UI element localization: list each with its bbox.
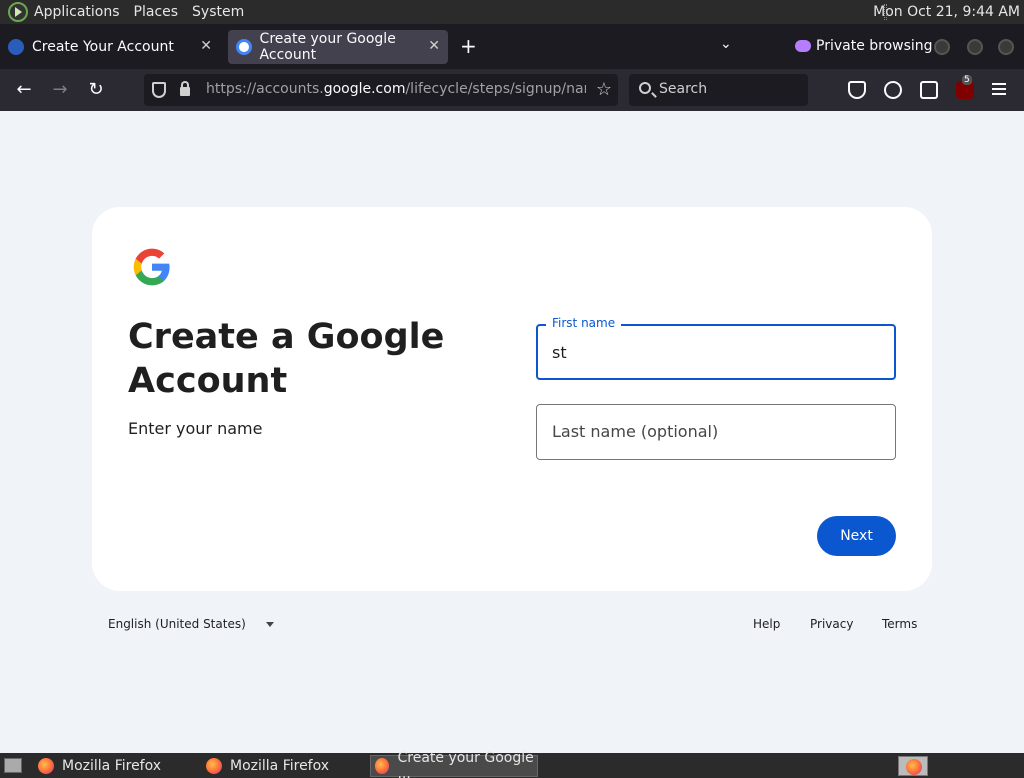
chevron-down-icon[interactable] [266,622,274,627]
close-tab-icon[interactable]: ✕ [428,38,440,54]
last-name-placeholder[interactable]: Last name (optional) [552,422,718,441]
menu-applications[interactable]: Applications [34,4,120,20]
reload-icon[interactable]: ↻ [84,78,108,102]
pocket-icon[interactable] [848,81,866,99]
taskbar-item-google-account[interactable]: Create your Google ... [370,750,538,778]
firefox-icon [38,758,54,774]
bookmark-star-icon[interactable]: ☆ [596,79,612,100]
show-desktop-icon[interactable] [4,758,22,773]
search-placeholder: Search [659,81,708,97]
tab-label: Create Your Account [32,39,174,55]
menu-places[interactable]: Places [134,4,179,20]
page-subtitle: Enter your name [128,419,263,438]
tab-label: Create your Google Account [259,31,396,63]
menu-system[interactable]: System [192,4,244,20]
back-arrow-icon[interactable]: ← [12,78,36,102]
close-tab-icon[interactable]: ✕ [200,38,212,54]
forward-arrow-icon[interactable]: → [48,78,72,102]
first-name-field[interactable]: First name st [536,316,896,380]
firefox-icon [375,758,390,774]
steam-icon [8,39,24,55]
ublock-badge: 5 [962,75,972,85]
language-selector[interactable]: English (United States) [108,617,246,631]
search-icon [639,82,651,94]
maximize-window-icon[interactable] [967,39,983,55]
signup-card: Create a Google Account Enter your name … [92,207,932,591]
tab-strip: Create Your Account ✕ Create your Google… [0,24,1024,69]
taskbar-item-label: Mozilla Firefox [230,758,330,774]
minimize-window-icon[interactable] [934,39,950,55]
first-name-value[interactable]: st [552,343,567,362]
google-icon [236,39,252,55]
taskbar: Mozilla Firefox Mozilla Firefox Create y… [0,750,1024,778]
hamburger-menu-icon[interactable] [992,83,1006,95]
firefox-icon [206,758,222,774]
list-all-tabs-icon[interactable]: ⌄ [720,36,732,52]
private-browsing-label: Private browsing [816,38,933,54]
url-bar[interactable]: https://accounts.google.com/lifecycle/st… [144,74,618,106]
search-bar[interactable]: Search [629,74,808,106]
terms-link[interactable]: Terms [882,617,917,631]
taskbar-item-firefox-2[interactable]: Mozilla Firefox [202,755,362,777]
tracking-protection-shield-icon[interactable] [152,82,166,98]
close-window-icon[interactable] [998,39,1014,55]
navigation-toolbar: ← → ↻ https://accounts.google.com/lifecy… [0,69,1024,111]
first-name-label: First name [546,316,622,330]
lock-icon[interactable] [180,81,190,96]
taskbar-item-firefox-1[interactable]: Mozilla Firefox [34,755,194,777]
tab-create-your-account[interactable]: Create Your Account ✕ [0,30,220,64]
page-content: Create a Google Account Enter your name … [0,111,1024,753]
privacy-link[interactable]: Privacy [810,617,853,631]
next-button[interactable]: Next [817,516,896,556]
tab-create-google-account[interactable]: Create your Google Account ✕ [228,30,448,64]
new-tab-icon[interactable]: + [460,36,477,56]
extensions-puzzle-icon[interactable] [920,81,938,99]
account-icon[interactable] [884,81,902,99]
last-name-field[interactable]: Last name (optional) [536,404,896,460]
applications-logo-icon[interactable] [8,2,28,22]
google-logo-icon [133,248,170,286]
help-link[interactable]: Help [753,617,780,631]
clock[interactable]: Mon Oct 21, 9:44 AM [873,4,1020,20]
tray-firefox-icon[interactable] [898,756,928,776]
taskbar-item-label: Create your Google ... [397,750,534,778]
url-text[interactable]: https://accounts.google.com/lifecycle/st… [206,81,586,97]
page-title: Create a Google Account [128,317,445,401]
private-browsing-icon [795,40,811,52]
top-panel: Applications Places System Mon Oct 21, 9… [0,0,1024,24]
taskbar-item-label: Mozilla Firefox [62,758,162,774]
